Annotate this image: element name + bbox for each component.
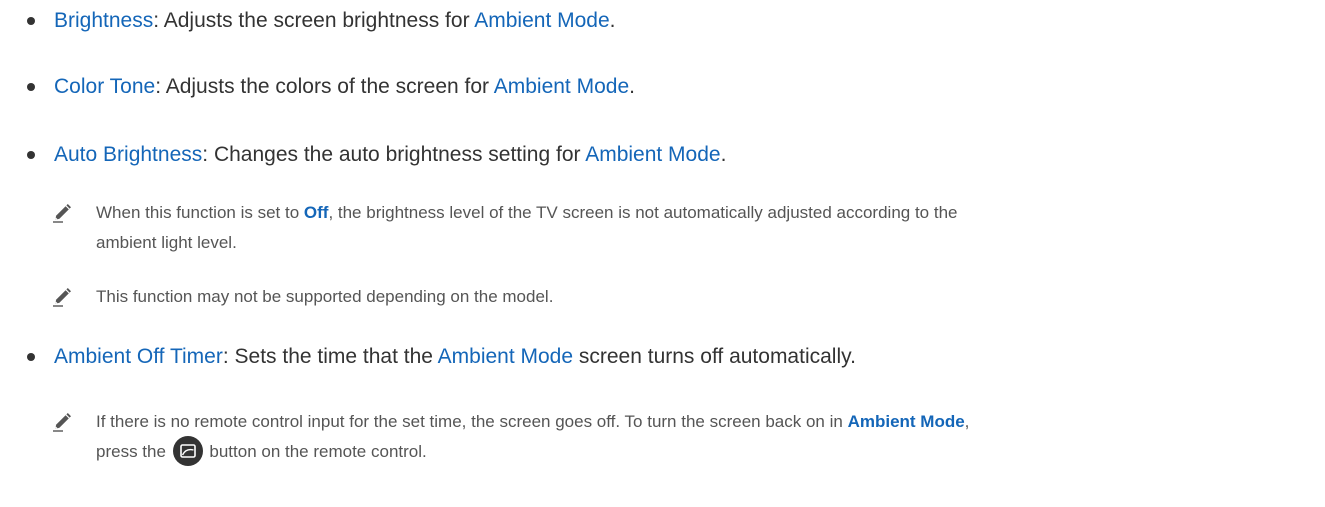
pencil-note-icon <box>53 288 71 307</box>
term-ambient-mode: Ambient Mode <box>585 143 721 166</box>
bullet-icon <box>27 151 35 159</box>
ambient-mode-button-icon <box>172 435 203 466</box>
description: Changes the auto brightness setting for <box>213 143 586 166</box>
note-text: This function may not be supported depen… <box>96 287 554 306</box>
list-item-text: Auto Brightness: Changes the auto bright… <box>54 140 726 170</box>
period: . <box>720 143 727 166</box>
bullet-icon <box>27 353 35 361</box>
description: Adjusts the screen brightness for <box>163 9 475 32</box>
description: Sets the time that the <box>234 345 438 368</box>
period: . <box>609 9 616 32</box>
term-ambient-mode: Ambient Mode <box>847 412 965 431</box>
pencil-note-icon <box>53 204 71 223</box>
description-end: screen turns off automatically. <box>573 345 856 368</box>
separator: : <box>202 143 214 166</box>
separator: : <box>153 9 164 32</box>
term-ambient-mode: Ambient Mode <box>437 345 574 368</box>
term-ambient-mode: Ambient Mode <box>474 9 610 32</box>
note-text: When this function is set to Off, the br… <box>96 203 958 252</box>
term-brightness: Brightness <box>54 9 154 32</box>
term-color-tone: Color Tone <box>54 75 156 98</box>
term-off: Off <box>303 203 329 222</box>
bullet-icon <box>27 83 35 91</box>
term-ambient-off-timer: Ambient Off Timer <box>54 345 223 368</box>
list-item-text: Ambient Off Timer: Sets the time that th… <box>54 342 856 372</box>
bullet-icon <box>27 17 35 25</box>
term-auto-brightness: Auto Brightness <box>54 143 203 166</box>
period: . <box>629 75 635 98</box>
separator: : <box>155 75 166 98</box>
note-text: If there is no remote control input for … <box>96 407 1318 468</box>
list-item-text: Color Tone: Adjusts the colors of the sc… <box>54 72 635 102</box>
description: Adjusts the colors of the screen for <box>165 75 494 98</box>
list-item-text: Brightness: Adjusts the screen brightnes… <box>54 6 615 36</box>
separator: : <box>222 345 235 368</box>
pencil-note-icon <box>53 413 71 432</box>
term-ambient-mode: Ambient Mode <box>493 75 630 98</box>
